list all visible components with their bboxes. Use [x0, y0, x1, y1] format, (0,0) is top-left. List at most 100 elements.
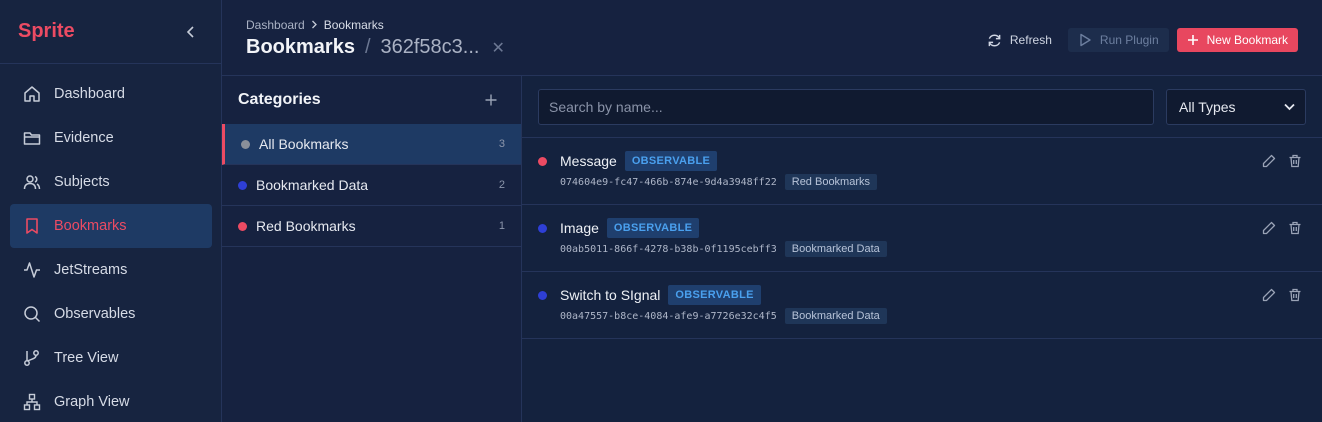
users-icon: [22, 172, 42, 192]
refresh-button[interactable]: Refresh: [977, 28, 1062, 52]
bookmark-name: Message: [560, 153, 617, 169]
edit-icon[interactable]: [1262, 288, 1276, 302]
sidebar-item-label: Tree View: [54, 350, 119, 366]
category-red-bookmarks[interactable]: Red Bookmarks 1: [222, 206, 521, 247]
filter-bar: All Types: [522, 76, 1322, 138]
sidebar-item-label: Subjects: [54, 174, 110, 190]
bookmark-category-tag: Red Bookmarks: [784, 174, 878, 190]
refresh-label: Refresh: [1009, 33, 1052, 47]
bookmark-row-meta: 00ab5011-866f-4278-b38b-0f1195cebff3 Boo…: [560, 241, 887, 257]
sidebar-item-observables[interactable]: Observables: [10, 292, 212, 336]
bookmark-category-tag: Bookmarked Data: [784, 241, 887, 257]
new-bookmark-button[interactable]: New Bookmark: [1176, 28, 1298, 52]
sidebar-item-label: Dashboard: [54, 86, 125, 102]
bookmark-color-dot: [538, 223, 547, 233]
sidebar-item-evidence[interactable]: Evidence: [10, 116, 212, 160]
sidebar-item-tree-view[interactable]: Tree View: [10, 336, 212, 380]
breadcrumb: Dashboard Bookmarks: [246, 18, 384, 32]
category-color-dot: [238, 180, 247, 190]
chevron-down-icon: [1284, 103, 1295, 111]
category-label: Red Bookmarks: [256, 218, 356, 234]
git-branch-icon: [22, 348, 42, 368]
category-bookmarked-data[interactable]: Bookmarked Data 2: [222, 165, 521, 206]
type-select[interactable]: All Types: [1166, 89, 1306, 125]
app-logo[interactable]: Sprite: [18, 20, 75, 43]
sidebar-item-graph-view[interactable]: Graph View: [10, 380, 212, 422]
chevron-left-icon[interactable]: [183, 24, 199, 40]
new-bookmark-label: New Bookmark: [1206, 33, 1288, 47]
category-label: Bookmarked Data: [256, 177, 369, 193]
bookmark-name: Image: [560, 220, 599, 236]
close-icon[interactable]: ✕: [491, 38, 504, 58]
type-select-value: All Types: [1179, 99, 1236, 115]
categories-panel: Categories All Bookmarks 3 Bookmarked Da…: [222, 76, 522, 422]
bookmark-row-header: Message OBSERVABLE: [538, 151, 718, 171]
bookmark-row-meta: 074604e9-fc47-466b-874e-9d4a3948ff22 Red…: [560, 174, 878, 190]
play-icon: [1080, 33, 1091, 47]
bookmark-type-badge: OBSERVABLE: [624, 151, 718, 171]
breadcrumb-bookmarks: Bookmarks: [323, 18, 384, 32]
page-subtitle: 362f58c3...: [380, 36, 480, 58]
bookmark-icon: [22, 216, 42, 236]
sidebar-item-label: Evidence: [54, 130, 114, 146]
add-category-icon[interactable]: [485, 91, 497, 109]
plus-icon: [1187, 35, 1198, 45]
bookmark-row[interactable]: Message OBSERVABLE 074604e9-fc47-466b-87…: [522, 138, 1322, 205]
category-color-dot: [241, 139, 250, 149]
bookmark-id: 074604e9-fc47-466b-874e-9d4a3948ff22: [560, 176, 777, 188]
trash-icon[interactable]: [1288, 288, 1302, 302]
bookmark-row-meta: 00a47557-b8ce-4084-afe9-a7726e32c4f5 Boo…: [560, 308, 887, 324]
header-actions: Refresh Run Plugin New Bookmark: [977, 28, 1298, 52]
brand-header: Sprite: [0, 0, 221, 64]
page-title: Bookmarks: [246, 36, 355, 58]
edit-icon[interactable]: [1262, 154, 1276, 168]
bookmarks-main: All Types Message OBSERVABLE 074604e9-fc…: [522, 76, 1322, 422]
home-icon: [22, 84, 42, 104]
categories-header: Categories: [222, 76, 521, 124]
bookmark-row-actions: [1250, 221, 1302, 235]
bookmark-row-header: Switch to SIgnal OBSERVABLE: [538, 285, 761, 305]
page-header: Dashboard Bookmarks Bookmarks / 362f58c3…: [222, 0, 1322, 76]
sidebar-item-label: Graph View: [54, 394, 130, 410]
bookmark-row[interactable]: Switch to SIgnal OBSERVABLE 00a47557-b8c…: [522, 272, 1322, 339]
sidebar-item-subjects[interactable]: Subjects: [10, 160, 212, 204]
bookmark-id: 00ab5011-866f-4278-b38b-0f1195cebff3: [560, 243, 777, 255]
trash-icon[interactable]: [1288, 221, 1302, 235]
sidebar: Sprite Dashboard Evidence Subjects Bookm…: [0, 0, 222, 422]
network-icon: [22, 392, 42, 412]
edit-icon[interactable]: [1262, 221, 1276, 235]
bookmark-type-badge: OBSERVABLE: [668, 285, 761, 305]
run-plugin-label: Run Plugin: [1099, 33, 1159, 47]
sidebar-item-bookmarks[interactable]: Bookmarks: [10, 204, 212, 248]
sidebar-item-label: Bookmarks: [54, 218, 127, 234]
bookmark-color-dot: [538, 156, 547, 166]
sidebar-item-label: JetStreams: [54, 262, 128, 278]
trash-icon[interactable]: [1288, 154, 1302, 168]
bookmark-color-dot: [538, 290, 547, 300]
title-row: Bookmarks / 362f58c3... ✕: [246, 36, 505, 59]
sidebar-item-dashboard[interactable]: Dashboard: [10, 72, 212, 116]
bookmark-type-badge: OBSERVABLE: [606, 218, 700, 238]
bookmark-id: 00a47557-b8ce-4084-afe9-a7726e32c4f5: [560, 310, 777, 322]
breadcrumb-dashboard[interactable]: Dashboard: [246, 18, 305, 32]
categories-title: Categories: [238, 91, 321, 108]
chevron-right-icon: [311, 18, 318, 32]
category-label: All Bookmarks: [259, 136, 349, 152]
run-plugin-button[interactable]: Run Plugin: [1067, 28, 1169, 52]
bookmark-row[interactable]: Image OBSERVABLE 00ab5011-866f-4278-b38b…: [522, 205, 1322, 272]
folder-icon: [22, 128, 42, 148]
category-count: 3: [498, 138, 505, 150]
search-icon: [22, 304, 42, 324]
bookmark-name: Switch to SIgnal: [560, 287, 661, 303]
bookmark-category-tag: Bookmarked Data: [784, 308, 887, 324]
bookmark-row-actions: [1250, 288, 1302, 302]
category-count: 2: [498, 179, 505, 191]
category-count: 1: [498, 220, 505, 232]
bookmark-row-actions: [1250, 154, 1302, 168]
sidebar-item-jetstreams[interactable]: JetStreams: [10, 248, 212, 292]
search-input[interactable]: [538, 89, 1154, 125]
sidebar-item-label: Observables: [54, 306, 136, 322]
activity-icon: [22, 260, 42, 280]
category-all-bookmarks[interactable]: All Bookmarks 3: [222, 124, 521, 165]
category-color-dot: [238, 221, 247, 231]
